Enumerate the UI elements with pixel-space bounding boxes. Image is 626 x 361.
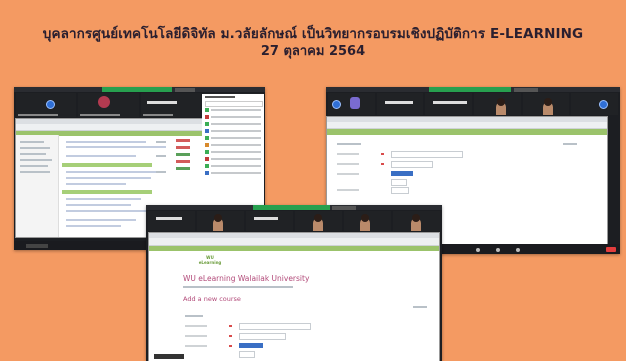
video-tile (344, 211, 391, 231)
video-tile (474, 93, 521, 115)
logo-text-elearning: eLearning (198, 259, 222, 265)
video-tile (571, 93, 619, 115)
video-tile (246, 211, 293, 231)
browser-window: WU eLearning WU eLearning Walailak Unive… (148, 232, 440, 361)
poster: บุคลากรศูนย์เทคโนโลยีดิจิทัล ม.วลัยลักษณ… (0, 0, 626, 361)
site-title: WU eLearning Walailak University (183, 274, 310, 283)
headline-line-2: 27 ตุลาคม 2564 (260, 44, 366, 59)
video-tile (197, 211, 244, 231)
video-strip (146, 211, 442, 231)
zoom-topbar (326, 87, 620, 92)
video-tile (393, 211, 440, 231)
video-tile (78, 93, 139, 117)
center-screenshot: WU eLearning WU eLearning Walailak Unive… (146, 205, 442, 361)
video-tile (295, 211, 342, 231)
video-tile (148, 211, 195, 231)
video-tile (425, 93, 473, 115)
headline: บุคลากรศูนย์เทคโนโลยีดิจิทัล ม.วลัยลักษณ… (0, 26, 626, 60)
video-tile (328, 93, 375, 115)
zoom-topbar (146, 205, 442, 210)
zoom-topbar (14, 87, 265, 92)
video-tile (376, 93, 424, 115)
video-tile (140, 93, 201, 117)
section-heading: Add a new course (183, 295, 241, 303)
video-strip (326, 93, 620, 115)
video-tile (522, 93, 570, 115)
video-tile (16, 93, 77, 117)
headline-line-1: บุคลากรศูนย์เทคโนโลยีดิจิทัล ม.วลัยลักษณ… (42, 26, 584, 42)
wu-elearning-logo: WU eLearning (197, 255, 223, 265)
end-meeting-button[interactable] (606, 247, 616, 252)
